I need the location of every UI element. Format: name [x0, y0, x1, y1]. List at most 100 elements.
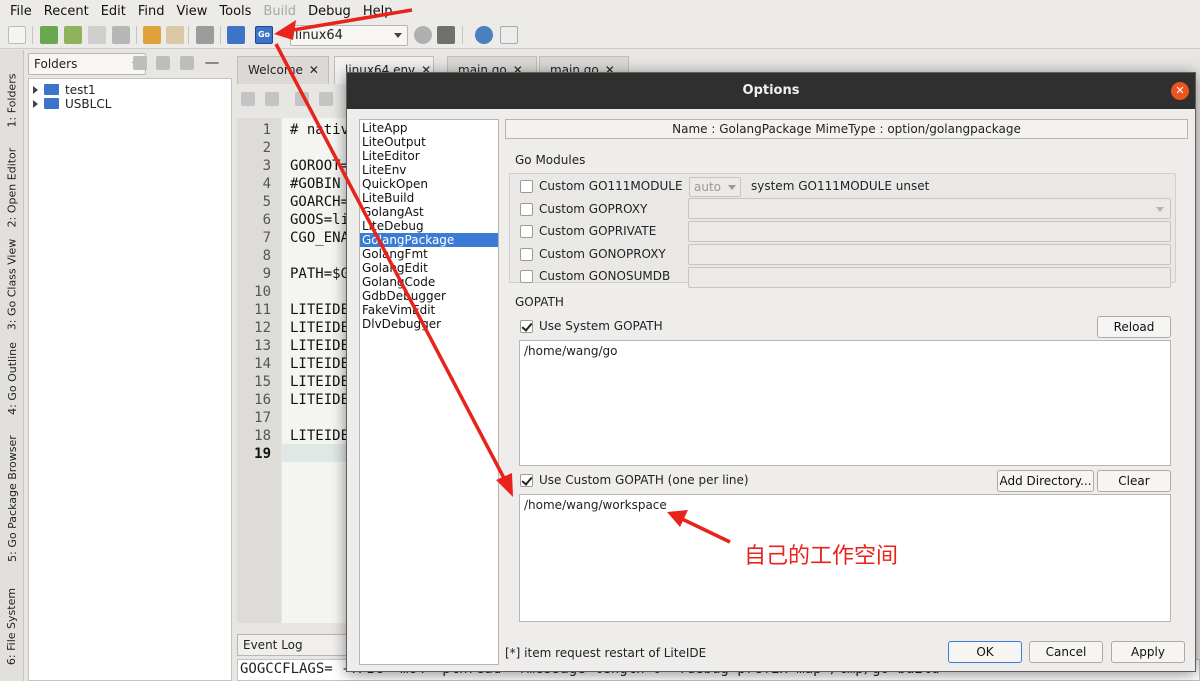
custom-goproxy-checkbox[interactable]: Custom GOPROXY [520, 199, 647, 219]
link-icon[interactable] [156, 56, 170, 70]
line-number: 1 [262, 122, 271, 138]
goproxy-combo[interactable] [688, 198, 1171, 219]
options-page-litedebug[interactable]: LiteDebug [360, 219, 498, 233]
line-number: 2 [262, 140, 271, 156]
menu-debug[interactable]: Debug [302, 4, 357, 19]
menu-find[interactable]: Find [132, 4, 171, 19]
line-number: 7 [262, 230, 271, 246]
custom-go111module-checkbox[interactable]: Custom GO111MODULE [520, 176, 683, 196]
save-icon[interactable] [88, 26, 106, 44]
editor-toolbar [237, 88, 357, 114]
fullscreen-icon[interactable] [500, 26, 518, 44]
clear-button[interactable]: Clear [1097, 470, 1171, 492]
use-custom-gopath-checkbox[interactable]: Use Custom GOPATH (one per line) [520, 470, 749, 490]
sync-icon[interactable] [180, 56, 194, 70]
dialog-titlebar[interactable]: Options ✕ [347, 73, 1195, 109]
sidebar-tab-open-editor[interactable]: 2: Open Editor [0, 142, 24, 232]
checkbox-box[interactable] [520, 473, 533, 487]
folders-combo[interactable]: Folders [28, 53, 146, 75]
system-gopath-textbox[interactable]: /home/wang/go [519, 340, 1171, 466]
chevron-right-icon[interactable] [33, 85, 38, 94]
options-page-liteenv[interactable]: LiteEnv [360, 163, 498, 177]
event-log-tab[interactable]: Event Log [237, 634, 352, 656]
options-page-gdbdebugger[interactable]: GdbDebugger [360, 289, 498, 303]
ok-button[interactable]: OK [948, 641, 1022, 663]
tree-item-test1[interactable]: test1 [29, 82, 96, 97]
open-file-icon[interactable] [40, 26, 58, 44]
gear-icon[interactable] [475, 26, 493, 44]
add-directory-button[interactable]: Add Directory... [997, 470, 1094, 492]
refresh-env-icon[interactable] [414, 26, 432, 44]
menu-tools[interactable]: Tools [213, 4, 257, 19]
minimize-icon[interactable] [205, 62, 219, 64]
chevron-down-icon [728, 185, 736, 190]
go111module-select[interactable]: auto [689, 177, 741, 197]
menu-view[interactable]: View [171, 4, 214, 19]
chevron-right-icon[interactable] [33, 99, 38, 108]
options-page-golangast[interactable]: GolangAst [360, 205, 498, 219]
options-page-fakevimedit[interactable]: FakeVimEdit [360, 303, 498, 317]
copy-icon[interactable] [319, 92, 333, 106]
line-number: 8 [262, 248, 271, 264]
open-folder-icon[interactable] [64, 26, 82, 44]
tree-item-usblcl[interactable]: USBLCL [29, 96, 111, 111]
options-page-litebuild[interactable]: LiteBuild [360, 191, 498, 205]
sidebar-tab-folders[interactable]: 1: Folders [0, 60, 24, 140]
gonosumdb-input[interactable] [688, 267, 1171, 288]
home-icon[interactable] [227, 26, 245, 44]
edit-env-icon[interactable] [437, 26, 455, 44]
checkbox-box[interactable] [520, 202, 533, 216]
gonoproxy-input[interactable] [688, 244, 1171, 265]
menu-help[interactable]: Help [357, 4, 399, 19]
new-file-icon[interactable] [8, 26, 26, 44]
menu-file[interactable]: File [4, 4, 38, 19]
menu-recent[interactable]: Recent [38, 4, 95, 19]
custom-gonoproxy-checkbox[interactable]: Custom GONOPROXY [520, 244, 666, 264]
checkbox-box[interactable] [520, 224, 533, 238]
cancel-button[interactable]: Cancel [1029, 641, 1103, 663]
options-page-quickopen[interactable]: QuickOpen [360, 177, 498, 191]
checkbox-box[interactable] [520, 179, 533, 193]
tools-icon[interactable] [196, 26, 214, 44]
options-page-golangedit[interactable]: GolangEdit [360, 261, 498, 275]
go-options-button[interactable]: Go [255, 26, 273, 44]
options-page-golangpackage[interactable]: GolangPackage [360, 233, 498, 247]
back-icon[interactable] [143, 26, 161, 44]
cut-icon[interactable] [295, 92, 309, 106]
use-system-gopath-checkbox[interactable]: Use System GOPATH [520, 316, 663, 336]
menu-edit[interactable]: Edit [95, 4, 132, 19]
undo-icon[interactable] [241, 92, 255, 106]
save-all-icon[interactable] [112, 26, 130, 44]
options-page-liteoutput[interactable]: LiteOutput [360, 135, 498, 149]
custom-goprivate-checkbox[interactable]: Custom GOPRIVATE [520, 221, 656, 241]
sidebar-tab-file-system[interactable]: 6: File System [0, 578, 24, 674]
custom-gonosumdb-checkbox[interactable]: Custom GONOSUMDB [520, 266, 670, 286]
options-page-liteeditor[interactable]: LiteEditor [360, 149, 498, 163]
sidebar-tab-label: 1: Folders [5, 73, 19, 127]
folders-combo-value: Folders [34, 57, 78, 71]
tab-welcome[interactable]: Welcome ✕ [237, 56, 329, 84]
sidebar-tab-go-class-view[interactable]: 3: Go Class View [0, 234, 24, 334]
code-line: LITEIDE [290, 392, 350, 408]
environment-select[interactable]: linux64 [290, 25, 408, 46]
line-number: 18 [254, 428, 271, 444]
checkbox-box[interactable] [520, 319, 533, 333]
close-icon[interactable]: ✕ [309, 63, 319, 77]
options-page-liteapp[interactable]: LiteApp [360, 121, 498, 135]
options-page-golangcode[interactable]: GolangCode [360, 275, 498, 289]
apply-button[interactable]: Apply [1111, 641, 1185, 663]
options-page-dlvdebugger[interactable]: DlvDebugger [360, 317, 498, 331]
options-page-golangfmt[interactable]: GolangFmt [360, 247, 498, 261]
sidebar-tab-go-package-browser[interactable]: 5: Go Package Browser [0, 428, 24, 568]
close-icon[interactable]: ✕ [1171, 82, 1189, 100]
reload-button[interactable]: Reload [1097, 316, 1171, 338]
sidebar-tab-label: 5: Go Package Browser [5, 434, 19, 562]
checkbox-box[interactable] [520, 247, 533, 261]
forward-icon[interactable] [166, 26, 184, 44]
checkbox-box[interactable] [520, 269, 533, 283]
redo-icon[interactable] [265, 92, 279, 106]
sidebar-tab-go-outline[interactable]: 4: Go Outline [0, 338, 24, 418]
filter-icon[interactable] [133, 56, 147, 70]
goprivate-input[interactable] [688, 221, 1171, 242]
code-line: LITEIDE [290, 338, 350, 354]
